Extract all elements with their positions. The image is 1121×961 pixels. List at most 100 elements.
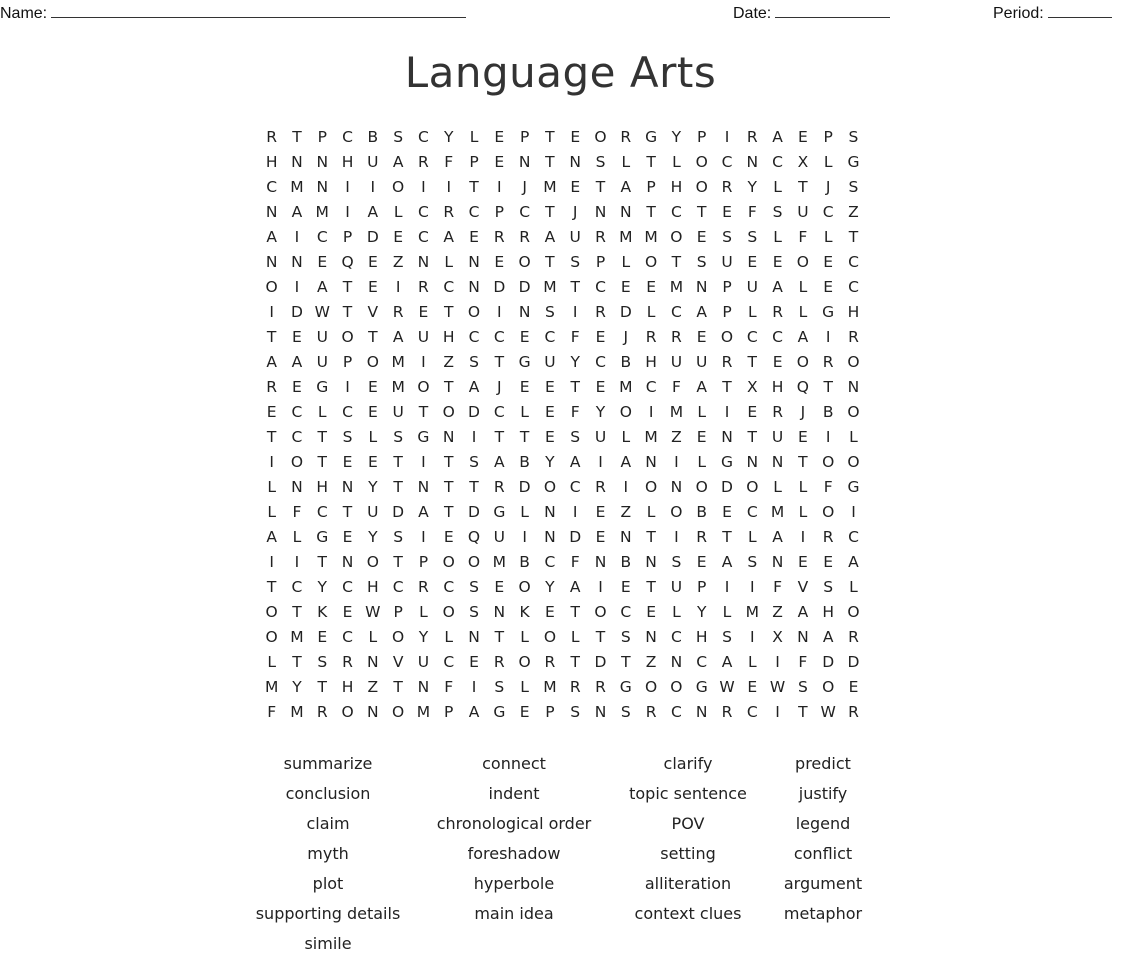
grid-letter: H [695, 628, 708, 646]
grid-letter: N [518, 153, 531, 171]
grid-letter: O [670, 503, 683, 521]
grid-letter: P [595, 253, 606, 271]
grid-letter: T [545, 153, 555, 171]
grid-letter: B [620, 353, 632, 371]
grid-letter: N [265, 253, 278, 271]
grid-letter: G [619, 678, 632, 696]
grid-letter: Z [620, 503, 632, 521]
grid-letter: L [747, 303, 757, 321]
grid-letter: S [469, 578, 479, 596]
grid-letter: C [519, 203, 531, 221]
grid-letter: P [697, 578, 707, 596]
grid-letter: U [670, 578, 683, 596]
grid-letter: T [494, 428, 505, 446]
grid-letter: N [645, 453, 657, 471]
grid-letter: A [620, 178, 632, 196]
grid-letter: S [722, 628, 732, 646]
grid-letter: I [623, 478, 629, 496]
grid-letter: I [825, 328, 831, 346]
grid-letter: H [265, 153, 278, 171]
grid-letter: O [290, 453, 304, 471]
grid-letter: L [520, 503, 529, 521]
grid-letter: A [544, 228, 556, 246]
grid-letter: T [570, 378, 580, 396]
grid-letter: R [822, 353, 834, 371]
word-list: summarize connect clarify predict conclusion… [0, 751, 1121, 961]
grid-letter: C [342, 403, 353, 421]
grid-letter: T [292, 653, 302, 671]
word-list-item: conclusion [285, 784, 371, 803]
grid-letter: J [522, 178, 527, 196]
grid-letter: Z [645, 653, 657, 671]
grid-letter: W [719, 678, 735, 696]
grid-letter: S [747, 553, 758, 571]
grid-letter: T [646, 153, 656, 171]
grid-letter: T [595, 178, 606, 196]
grid-letter: H [847, 303, 860, 321]
grid-letter: Y [545, 453, 555, 471]
grid-letter: I [370, 178, 376, 196]
grid-letter: T [368, 328, 378, 346]
word-list-item: argument [783, 874, 863, 893]
grid-letter: L [849, 578, 858, 596]
grid-letter: T [443, 303, 454, 321]
grid-letter: E [367, 403, 378, 421]
grid-letter: E [342, 453, 353, 471]
grid-letter: O [417, 378, 430, 396]
grid-letter: U [367, 503, 379, 521]
grid-letter: T [646, 528, 656, 546]
grid-letter: E [519, 703, 530, 721]
grid-letter: E [595, 503, 606, 521]
grid-letter: S [696, 253, 707, 271]
grid-letter: D [721, 478, 733, 496]
grid-letter: M [416, 703, 431, 721]
grid-letter: L [469, 128, 479, 146]
grid-letter: T [696, 203, 707, 221]
grid-letter: N [569, 153, 582, 171]
grid-row: LNHNYTNTTRDOCRIONODOLLFG [259, 475, 866, 500]
grid-letter: P [317, 128, 327, 146]
grid-letter: C [544, 553, 556, 571]
grid-letter: N [341, 478, 354, 496]
grid-letter: L [672, 603, 681, 621]
word-row: myth foreshadow setting conflict [0, 841, 1121, 871]
grid-letter: E [519, 328, 530, 346]
grid-letter: E [469, 228, 479, 246]
grid-letter: F [570, 553, 580, 571]
grid-letter: C [443, 653, 455, 671]
grid-letter: N [291, 478, 303, 496]
grid-letter: L [773, 478, 782, 496]
grid-letter: Y [368, 528, 378, 546]
grid-letter: W [365, 603, 381, 621]
grid-letter: S [393, 428, 404, 446]
grid-letter: O [847, 453, 860, 471]
grid-letter: R [493, 228, 505, 246]
grid-letter: D [290, 303, 303, 321]
grid-letter: H [341, 153, 354, 171]
grid-letter: E [519, 378, 530, 396]
grid-letter: E [317, 628, 328, 646]
grid-letter: E [595, 328, 606, 346]
grid-letter: E [747, 403, 758, 421]
grid-letter: A [848, 553, 859, 571]
grid-letter: C [670, 628, 682, 646]
grid-letter: N [594, 203, 607, 221]
grid-letter: L [722, 603, 732, 621]
grid-row: REGIEMOTAJEETEMCFATXHQTN [259, 375, 866, 400]
word-row: supporting details main idea context clues… [0, 901, 1121, 931]
grid-letter: R [342, 653, 353, 671]
grid-row: LTSRNVUCERORTDTZNCALIFDD [259, 650, 866, 675]
grid-letter: N [620, 528, 632, 546]
date-blank-line [775, 3, 891, 18]
grid-letter: T [292, 128, 302, 146]
grid-letter: L [823, 153, 833, 171]
grid-letter: R [822, 528, 834, 546]
grid-letter: U [771, 428, 784, 446]
grid-letter: M [290, 703, 304, 721]
grid-letter: C [595, 278, 606, 296]
grid-letter: L [520, 403, 529, 421]
grid-letter: E [722, 203, 732, 221]
grid-letter: D [518, 278, 531, 296]
grid-letter: S [620, 703, 631, 721]
grid-letter: C [569, 478, 581, 496]
